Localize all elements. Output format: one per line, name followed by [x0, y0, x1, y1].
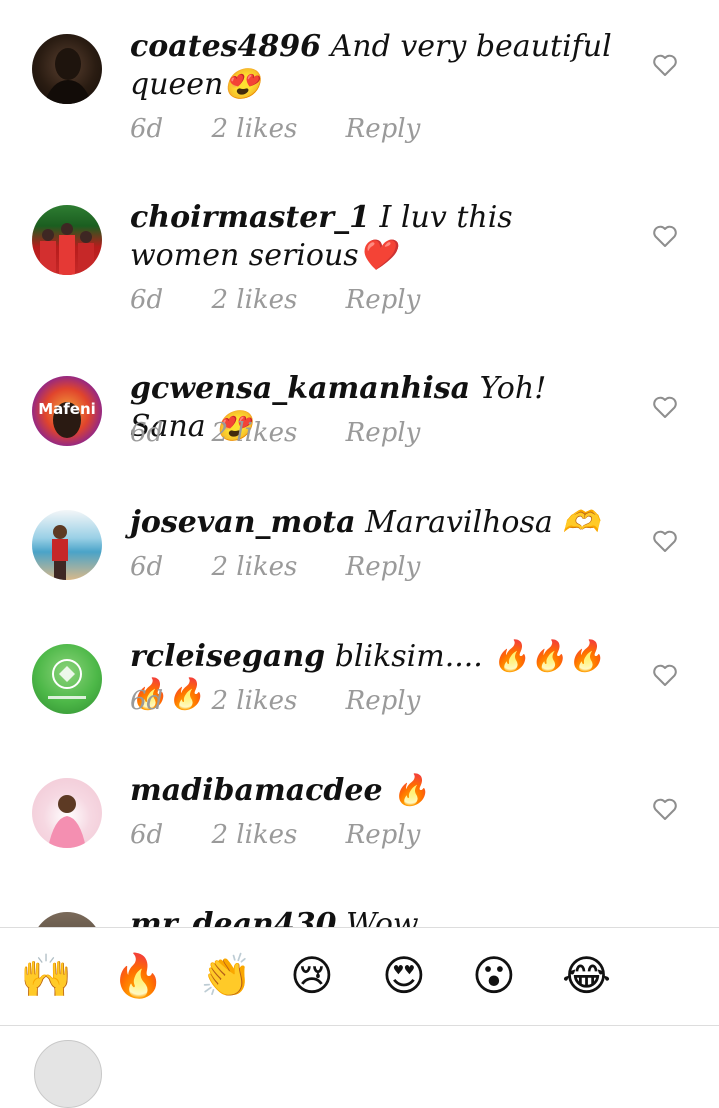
comment-likes[interactable]: 2 likes [211, 686, 297, 716]
emoji-reaction-bar: 🙌 🔥 👏 😢 😍 😮 😂 [0, 927, 719, 1026]
comment-username[interactable]: josevan_mota [130, 505, 356, 540]
heart-outline-icon[interactable] [652, 529, 678, 553]
avatar[interactable] [32, 644, 102, 714]
comment-meta: 6d 2 likes Reply [130, 418, 420, 448]
emoji-fire-icon[interactable]: 🔥 [112, 950, 164, 1002]
comment-text-block: choirmaster_1 I luv this women serious❤️ [130, 199, 620, 275]
comment-meta: 6d 2 likes Reply [130, 686, 420, 716]
comment-username[interactable]: madibamacdee [130, 773, 383, 808]
comment-likes[interactable]: 2 likes [211, 114, 297, 144]
reply-button[interactable]: Reply [346, 686, 421, 716]
heart-outline-icon[interactable] [652, 53, 678, 77]
comment-time: 6d [130, 418, 164, 448]
comment-body: Wow [346, 907, 419, 927]
heart-outline-icon[interactable] [652, 395, 678, 419]
comment-body: Maravilhosa 🫶 [365, 505, 600, 540]
comment-time: 6d [130, 285, 164, 315]
comment-likes[interactable]: 2 likes [211, 820, 297, 850]
comment-text-block: madibamacdee 🔥 [130, 772, 620, 810]
avatar[interactable] [32, 34, 102, 104]
comment-time: 6d [130, 686, 164, 716]
heart-outline-icon[interactable] [652, 224, 678, 248]
emoji-tears-of-joy-icon[interactable]: 😂 [562, 950, 611, 1002]
reply-button[interactable]: Reply [346, 114, 421, 144]
avatar[interactable] [32, 205, 102, 275]
comment-meta: 6d 2 likes Reply [130, 285, 420, 315]
comment-likes[interactable]: 2 likes [211, 285, 297, 315]
heart-outline-icon[interactable] [652, 663, 678, 687]
emoji-surprised-face-icon[interactable]: 😮 [472, 950, 516, 1002]
avatar-image-icon [52, 525, 68, 580]
comment-text-block: mr_dean430 Wow [130, 906, 620, 927]
avatar-image-icon [48, 659, 86, 699]
avatar[interactable]: Mafeni [32, 376, 102, 446]
emoji-crying-face-icon[interactable]: 😢 [290, 950, 334, 1002]
avatar-image-icon [44, 48, 92, 104]
heart-outline-icon[interactable] [652, 797, 678, 821]
avatar-image-icon [48, 795, 86, 848]
reply-button[interactable]: Reply [346, 285, 421, 315]
emoji-heart-eyes-icon[interactable]: 😍 [382, 950, 426, 1002]
comment-meta: 6d 2 likes Reply [130, 114, 420, 144]
comment-username[interactable]: mr_dean430 [130, 907, 336, 927]
comment-body: 🔥 [392, 773, 430, 808]
comment-likes[interactable]: 2 likes [211, 552, 297, 582]
comment-text-block: coates4896 And very beautiful queen😍 [130, 28, 620, 104]
reply-button[interactable]: Reply [346, 820, 421, 850]
avatar[interactable] [32, 778, 102, 848]
comment-meta: 6d 2 likes Reply [130, 552, 420, 582]
emoji-clapping-hands-icon[interactable]: 👏 [200, 950, 252, 1002]
comment-time: 6d [130, 114, 164, 144]
avatar-image-icon [40, 223, 94, 275]
reply-button[interactable]: Reply [346, 418, 421, 448]
svg-text:Mafeni: Mafeni [38, 400, 96, 418]
comment-username[interactable]: gcwensa_kamanhisa [130, 371, 470, 406]
avatar[interactable] [32, 912, 102, 927]
comment-likes[interactable]: 2 likes [211, 418, 297, 448]
avatar[interactable] [32, 510, 102, 580]
comment-time: 6d [130, 552, 164, 582]
emoji-raising-hands-icon[interactable]: 🙌 [20, 950, 72, 1002]
comment-username[interactable]: rcleisegang [130, 639, 325, 674]
comments-list[interactable]: coates4896 And very beautiful queen😍 6d … [0, 0, 719, 927]
comment-text-block: josevan_mota Maravilhosa 🫶 [130, 504, 620, 542]
comment-username[interactable]: choirmaster_1 [130, 200, 370, 235]
avatar-image-icon: Mafeni [38, 400, 96, 438]
current-user-avatar[interactable] [34, 1040, 102, 1108]
comment-meta: 6d 2 likes Reply [130, 820, 420, 850]
comment-time: 6d [130, 820, 164, 850]
comment-username[interactable]: coates4896 [130, 29, 321, 64]
reply-button[interactable]: Reply [346, 552, 421, 582]
